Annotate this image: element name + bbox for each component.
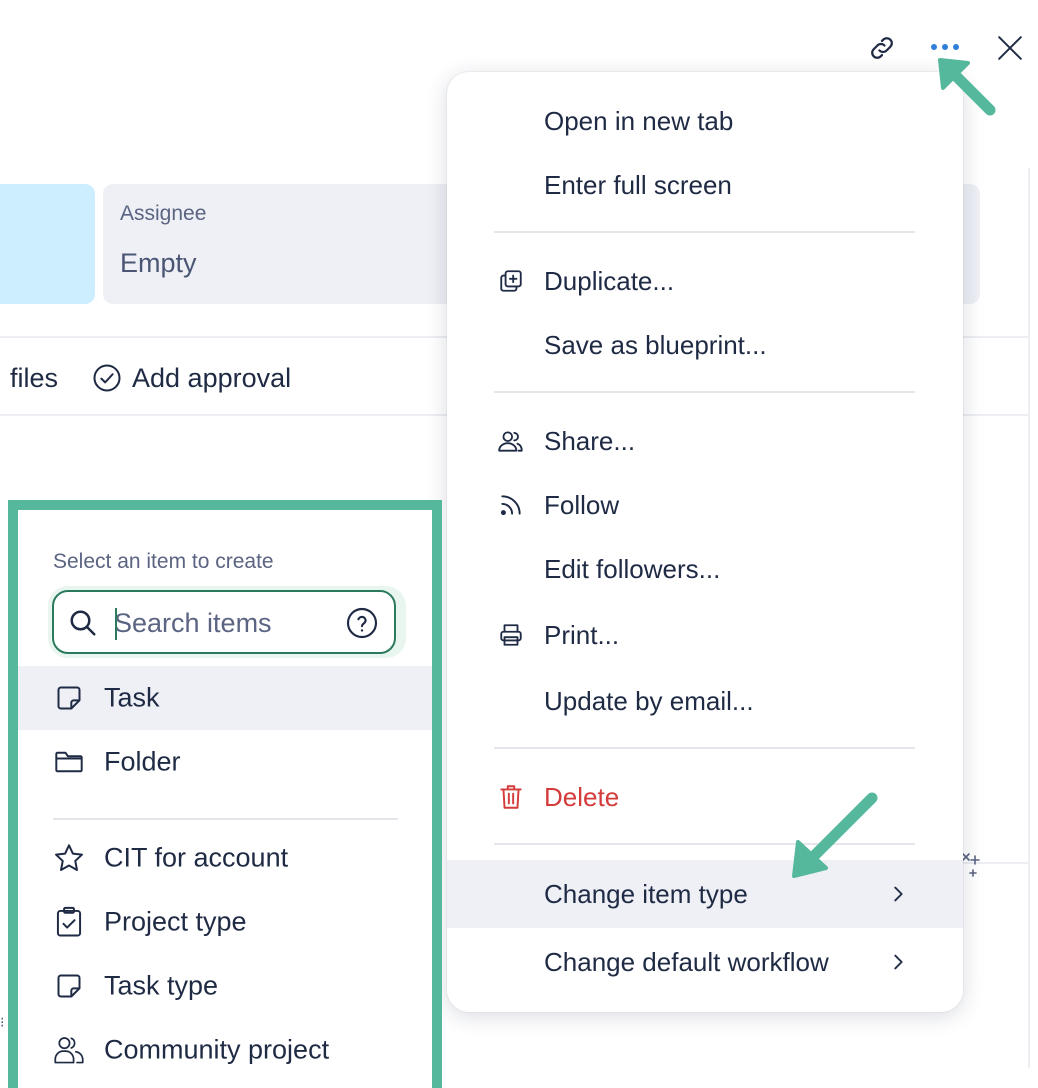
scroll-divider: [1028, 168, 1030, 1068]
create-item-label: Project type: [104, 906, 247, 937]
menu-item-enter-full-screen[interactable]: Enter full screen: [447, 153, 963, 217]
folder-icon: [53, 746, 85, 778]
follow-rss-icon: [497, 491, 525, 519]
menu-item-label: Open in new tab: [544, 105, 734, 136]
menu-item-share[interactable]: Share...: [447, 409, 963, 473]
menu-item-edit-followers[interactable]: Edit followers...: [447, 537, 963, 601]
text-caret: [115, 608, 117, 640]
add-approval-button[interactable]: Add approval: [92, 363, 291, 394]
menu-item-label: Change default workflow: [544, 946, 829, 977]
menu-item-label: Share...: [544, 425, 636, 456]
menu-item-change-default-workflow[interactable]: Change default workflow: [447, 930, 963, 994]
create-item-project-type[interactable]: Project type: [18, 890, 432, 954]
sparkle-icon[interactable]: [960, 850, 982, 878]
edge-mark: ⁝: [0, 1014, 5, 1030]
create-item-community-project[interactable]: Community project: [18, 1018, 432, 1082]
create-item-cit-for-account[interactable]: CIT for account: [18, 826, 432, 890]
create-item-folder[interactable]: Folder: [18, 730, 432, 794]
menu-item-label: Delete: [544, 781, 620, 812]
menu-separator: [494, 747, 915, 749]
menu-separator: [494, 391, 915, 393]
create-item-label: Folder: [104, 746, 181, 777]
printer-icon: [497, 621, 525, 649]
menu-item-label: Save as blueprint...: [544, 329, 767, 360]
menu-item-print[interactable]: Print...: [447, 603, 963, 667]
search-box[interactable]: [52, 590, 396, 654]
attach-files-button[interactable]: files: [10, 363, 58, 394]
create-item-label: CIT for account: [104, 842, 289, 873]
clipboard-check-icon: [53, 906, 85, 938]
menu-item-duplicate[interactable]: Duplicate...: [447, 249, 963, 313]
menu-item-label: Enter full screen: [544, 169, 732, 200]
menu-item-label: Update by email...: [544, 685, 754, 716]
help-icon[interactable]: [346, 607, 378, 639]
task-note-icon: [53, 682, 85, 714]
create-item-label: Task: [104, 682, 160, 713]
menu-item-follow[interactable]: Follow: [447, 473, 963, 537]
create-item-task-type[interactable]: Task type: [18, 954, 432, 1018]
menu-item-open-new-tab[interactable]: Open in new tab: [447, 89, 963, 153]
link-icon[interactable]: [864, 30, 900, 66]
search-icon: [70, 610, 96, 636]
create-item-panel: Select an item to create Task: [8, 500, 442, 1088]
close-icon[interactable]: [992, 30, 1028, 66]
menu-item-delete[interactable]: Delete: [447, 765, 963, 829]
status-field[interactable]: [0, 184, 95, 304]
chevron-right-icon: [894, 886, 903, 902]
menu-item-save-as-blueprint[interactable]: Save as blueprint...: [447, 313, 963, 377]
menu-item-update-by-email[interactable]: Update by email...: [447, 669, 963, 733]
create-item-label: Community project: [104, 1034, 330, 1065]
menu-item-label: Edit followers...: [544, 553, 721, 584]
community-people-icon: [53, 1034, 85, 1066]
share-people-icon: [497, 427, 525, 455]
more-horizontal-icon[interactable]: [926, 32, 964, 62]
check-circle-icon: [93, 364, 121, 392]
menu-item-change-item-type[interactable]: Change item type: [447, 860, 963, 928]
menu-item-label: Print...: [544, 619, 620, 650]
create-item-label: Task type: [104, 970, 219, 1001]
menu-item-label: Duplicate...: [544, 265, 675, 296]
search-field-wrapper: [48, 586, 406, 658]
more-options-menu: Open in new tab Enter full screen Duplic…: [447, 72, 963, 1012]
add-approval-label: Add approval: [132, 362, 292, 393]
star-icon: [53, 842, 85, 874]
assignee-value: Empty: [120, 248, 197, 278]
task-note-icon: [53, 970, 85, 1002]
menu-item-label: Follow: [544, 489, 620, 520]
panel-separator: [53, 818, 398, 820]
trash-icon: [497, 783, 525, 811]
create-item-task[interactable]: Task: [18, 666, 432, 730]
search-input[interactable]: [114, 604, 334, 642]
menu-separator: [494, 231, 915, 233]
attach-files-label: files: [10, 362, 59, 393]
menu-separator: [494, 843, 915, 845]
action-bar: files Add approval: [0, 358, 291, 398]
duplicate-icon: [497, 267, 525, 295]
chevron-right-icon: [894, 954, 903, 970]
create-panel-title: Select an item to create: [53, 550, 274, 573]
assignee-label: Assignee: [120, 202, 207, 225]
menu-item-label: Change item type: [544, 878, 748, 909]
